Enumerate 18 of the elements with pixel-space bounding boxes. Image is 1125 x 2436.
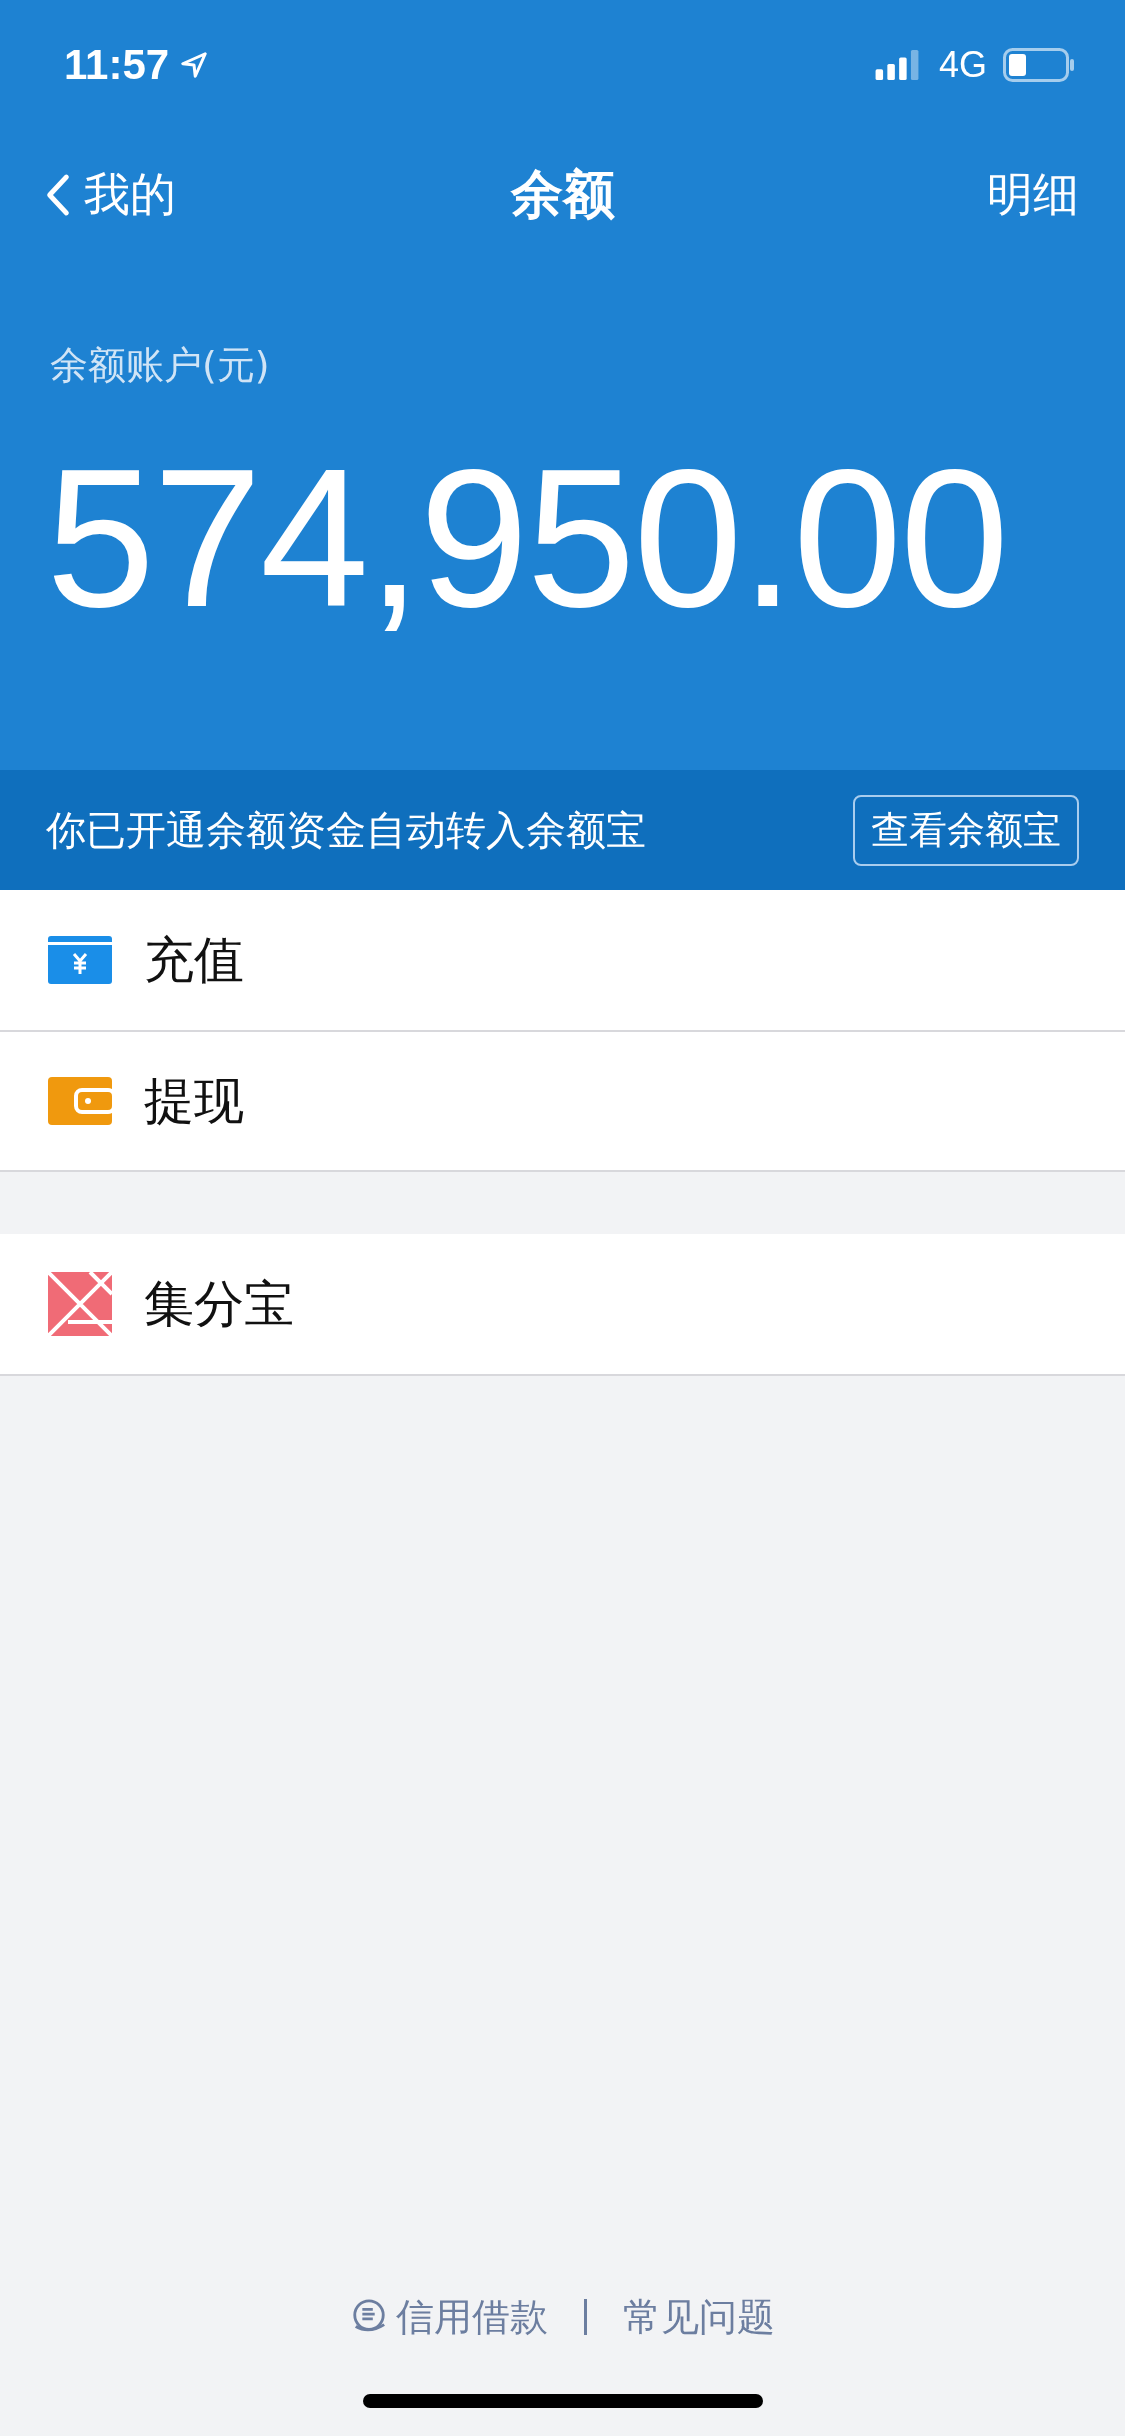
balance-amount: 574,950.00 [46,441,1007,637]
view-button[interactable]: 查看余额宝 [853,794,1079,866]
footer-link[interactable]: 信用借款 [350,2291,548,2343]
back-button[interactable]: 我的 [46,164,176,226]
menu-item[interactable]: 集分宝 [0,1234,1125,1374]
balance-label: 余额账户(元) [50,342,270,389]
notice-text: 你已开通余额资金自动转入余额宝 [46,805,646,855]
page-title: 余额 [510,163,615,226]
points-icon [48,1272,112,1336]
footer-link[interactable]: 常见问题 [623,2291,775,2343]
details-link[interactable]: 明细 [987,164,1079,226]
battery-icon [1003,48,1075,82]
menu-item[interactable]: 提现 [0,1030,1125,1170]
menu-item[interactable]: 充值 [0,890,1125,1030]
network-type: 4G [938,44,987,86]
status-time: 11:57 [64,41,170,89]
location-arrow-icon [179,50,210,80]
chevron-left-icon [46,173,70,217]
